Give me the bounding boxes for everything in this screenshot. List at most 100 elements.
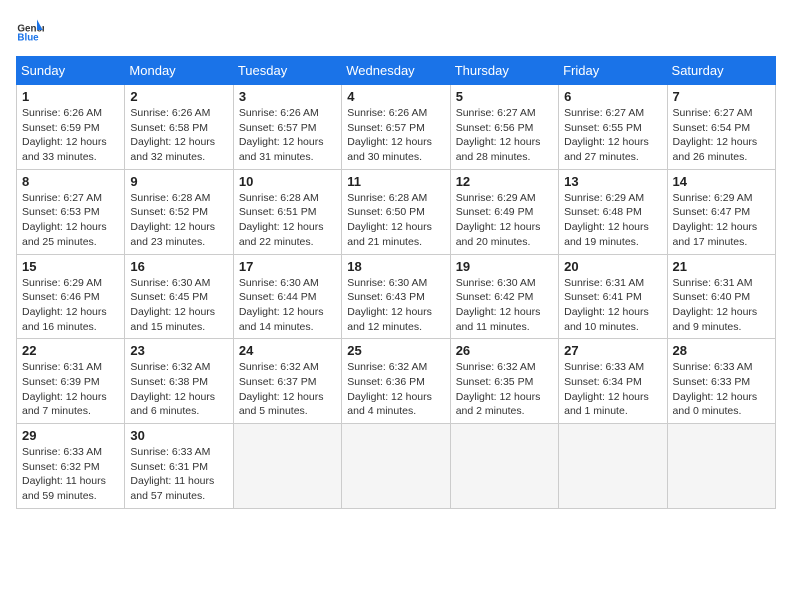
day-info: Sunrise: 6:29 AM Sunset: 6:46 PM Dayligh…: [22, 276, 119, 335]
calendar-week-row: 1 Sunrise: 6:26 AM Sunset: 6:59 PM Daylig…: [17, 85, 776, 170]
day-info: Sunrise: 6:30 AM Sunset: 6:44 PM Dayligh…: [239, 276, 336, 335]
weekday-header: Friday: [559, 57, 667, 85]
calendar-day-cell: 22Sunrise: 6:31 AM Sunset: 6:39 PM Dayli…: [17, 339, 125, 424]
day-number: 25: [347, 343, 444, 358]
calendar-day-cell: 30 Sunrise: 6:33 AM Sunset: 6:31 PM Dayli…: [125, 424, 233, 509]
day-number: 17: [239, 259, 336, 274]
calendar-week-row: 8Sunrise: 6:27 AM Sunset: 6:53 PM Daylig…: [17, 169, 776, 254]
day-info: Sunrise: 6:27 AM Sunset: 6:55 PM Dayligh…: [564, 106, 661, 165]
calendar-week-row: 15Sunrise: 6:29 AM Sunset: 6:46 PM Dayli…: [17, 254, 776, 339]
weekday-header: Sunday: [17, 57, 125, 85]
calendar-day-cell: 26Sunrise: 6:32 AM Sunset: 6:35 PM Dayli…: [450, 339, 558, 424]
day-info: Sunrise: 6:27 AM Sunset: 6:56 PM Dayligh…: [456, 106, 553, 165]
day-info: Sunrise: 6:33 AM Sunset: 6:32 PM Dayligh…: [22, 445, 119, 504]
day-number: 29: [22, 428, 119, 443]
calendar-day-cell: 7 Sunrise: 6:27 AM Sunset: 6:54 PM Daylig…: [667, 85, 775, 170]
day-info: Sunrise: 6:29 AM Sunset: 6:49 PM Dayligh…: [456, 191, 553, 250]
weekday-header: Tuesday: [233, 57, 341, 85]
calendar-day-cell: 5 Sunrise: 6:27 AM Sunset: 6:56 PM Daylig…: [450, 85, 558, 170]
day-info: Sunrise: 6:28 AM Sunset: 6:51 PM Dayligh…: [239, 191, 336, 250]
day-info: Sunrise: 6:33 AM Sunset: 6:31 PM Dayligh…: [130, 445, 227, 504]
page-header: General Blue: [16, 16, 776, 44]
day-number: 4: [347, 89, 444, 104]
calendar-day-cell: 10Sunrise: 6:28 AM Sunset: 6:51 PM Dayli…: [233, 169, 341, 254]
calendar-day-cell: 9 Sunrise: 6:28 AM Sunset: 6:52 PM Daylig…: [125, 169, 233, 254]
calendar-table: SundayMondayTuesdayWednesdayThursdayFrid…: [16, 56, 776, 509]
day-number: 14: [673, 174, 770, 189]
calendar-day-cell: [667, 424, 775, 509]
calendar-day-cell: 14 Sunrise: 6:29 AM Sunset: 6:47 PM Dayli…: [667, 169, 775, 254]
calendar-day-cell: 8Sunrise: 6:27 AM Sunset: 6:53 PM Daylig…: [17, 169, 125, 254]
calendar-day-cell: [559, 424, 667, 509]
day-number: 24: [239, 343, 336, 358]
day-info: Sunrise: 6:30 AM Sunset: 6:42 PM Dayligh…: [456, 276, 553, 335]
day-number: 16: [130, 259, 227, 274]
calendar-week-row: 29 Sunrise: 6:33 AM Sunset: 6:32 PM Dayli…: [17, 424, 776, 509]
day-info: Sunrise: 6:33 AM Sunset: 6:34 PM Dayligh…: [564, 360, 661, 419]
day-number: 21: [673, 259, 770, 274]
day-number: 13: [564, 174, 661, 189]
day-info: Sunrise: 6:29 AM Sunset: 6:48 PM Dayligh…: [564, 191, 661, 250]
logo-icon: General Blue: [16, 16, 44, 44]
calendar-day-cell: 24 Sunrise: 6:32 AM Sunset: 6:37 PM Dayli…: [233, 339, 341, 424]
day-info: Sunrise: 6:31 AM Sunset: 6:40 PM Dayligh…: [673, 276, 770, 335]
calendar-day-cell: 23Sunrise: 6:32 AM Sunset: 6:38 PM Dayli…: [125, 339, 233, 424]
calendar-day-cell: 19 Sunrise: 6:30 AM Sunset: 6:42 PM Dayli…: [450, 254, 558, 339]
day-number: 22: [22, 343, 119, 358]
calendar-day-cell: 15Sunrise: 6:29 AM Sunset: 6:46 PM Dayli…: [17, 254, 125, 339]
calendar-day-cell: 18Sunrise: 6:30 AM Sunset: 6:43 PM Dayli…: [342, 254, 450, 339]
calendar-day-cell: 21 Sunrise: 6:31 AM Sunset: 6:40 PM Dayli…: [667, 254, 775, 339]
day-info: Sunrise: 6:32 AM Sunset: 6:37 PM Dayligh…: [239, 360, 336, 419]
day-info: Sunrise: 6:29 AM Sunset: 6:47 PM Dayligh…: [673, 191, 770, 250]
day-number: 8: [22, 174, 119, 189]
day-info: Sunrise: 6:26 AM Sunset: 6:59 PM Dayligh…: [22, 106, 119, 165]
day-info: Sunrise: 6:27 AM Sunset: 6:54 PM Dayligh…: [673, 106, 770, 165]
calendar-day-cell: 29 Sunrise: 6:33 AM Sunset: 6:32 PM Dayli…: [17, 424, 125, 509]
day-number: 12: [456, 174, 553, 189]
calendar-day-cell: 1 Sunrise: 6:26 AM Sunset: 6:59 PM Daylig…: [17, 85, 125, 170]
day-number: 20: [564, 259, 661, 274]
day-number: 6: [564, 89, 661, 104]
calendar-day-cell: [450, 424, 558, 509]
calendar-day-cell: 27 Sunrise: 6:33 AM Sunset: 6:34 PM Dayli…: [559, 339, 667, 424]
calendar-week-row: 22Sunrise: 6:31 AM Sunset: 6:39 PM Dayli…: [17, 339, 776, 424]
calendar-day-cell: 2 Sunrise: 6:26 AM Sunset: 6:58 PM Daylig…: [125, 85, 233, 170]
calendar-day-cell: 3 Sunrise: 6:26 AM Sunset: 6:57 PM Daylig…: [233, 85, 341, 170]
day-info: Sunrise: 6:30 AM Sunset: 6:45 PM Dayligh…: [130, 276, 227, 335]
day-info: Sunrise: 6:33 AM Sunset: 6:33 PM Dayligh…: [673, 360, 770, 419]
calendar-day-cell: 13 Sunrise: 6:29 AM Sunset: 6:48 PM Dayli…: [559, 169, 667, 254]
calendar-day-cell: 25 Sunrise: 6:32 AM Sunset: 6:36 PM Dayli…: [342, 339, 450, 424]
weekday-header: Wednesday: [342, 57, 450, 85]
day-number: 2: [130, 89, 227, 104]
day-info: Sunrise: 6:26 AM Sunset: 6:57 PM Dayligh…: [239, 106, 336, 165]
weekday-header: Monday: [125, 57, 233, 85]
day-number: 11: [347, 174, 444, 189]
day-info: Sunrise: 6:32 AM Sunset: 6:36 PM Dayligh…: [347, 360, 444, 419]
calendar-day-cell: [233, 424, 341, 509]
weekday-header-row: SundayMondayTuesdayWednesdayThursdayFrid…: [17, 57, 776, 85]
day-info: Sunrise: 6:26 AM Sunset: 6:58 PM Dayligh…: [130, 106, 227, 165]
day-info: Sunrise: 6:32 AM Sunset: 6:38 PM Dayligh…: [130, 360, 227, 419]
day-info: Sunrise: 6:31 AM Sunset: 6:41 PM Dayligh…: [564, 276, 661, 335]
weekday-header: Saturday: [667, 57, 775, 85]
day-number: 19: [456, 259, 553, 274]
weekday-header: Thursday: [450, 57, 558, 85]
day-number: 28: [673, 343, 770, 358]
day-number: 5: [456, 89, 553, 104]
day-number: 9: [130, 174, 227, 189]
day-number: 7: [673, 89, 770, 104]
day-number: 3: [239, 89, 336, 104]
calendar-day-cell: 11 Sunrise: 6:28 AM Sunset: 6:50 PM Dayli…: [342, 169, 450, 254]
calendar-day-cell: 6 Sunrise: 6:27 AM Sunset: 6:55 PM Daylig…: [559, 85, 667, 170]
day-number: 30: [130, 428, 227, 443]
calendar-day-cell: 12 Sunrise: 6:29 AM Sunset: 6:49 PM Dayli…: [450, 169, 558, 254]
day-info: Sunrise: 6:28 AM Sunset: 6:50 PM Dayligh…: [347, 191, 444, 250]
day-info: Sunrise: 6:26 AM Sunset: 6:57 PM Dayligh…: [347, 106, 444, 165]
day-info: Sunrise: 6:32 AM Sunset: 6:35 PM Dayligh…: [456, 360, 553, 419]
logo: General Blue: [16, 16, 48, 44]
calendar-day-cell: 17 Sunrise: 6:30 AM Sunset: 6:44 PM Dayli…: [233, 254, 341, 339]
day-number: 1: [22, 89, 119, 104]
calendar-day-cell: 28 Sunrise: 6:33 AM Sunset: 6:33 PM Dayli…: [667, 339, 775, 424]
day-info: Sunrise: 6:28 AM Sunset: 6:52 PM Dayligh…: [130, 191, 227, 250]
day-number: 27: [564, 343, 661, 358]
